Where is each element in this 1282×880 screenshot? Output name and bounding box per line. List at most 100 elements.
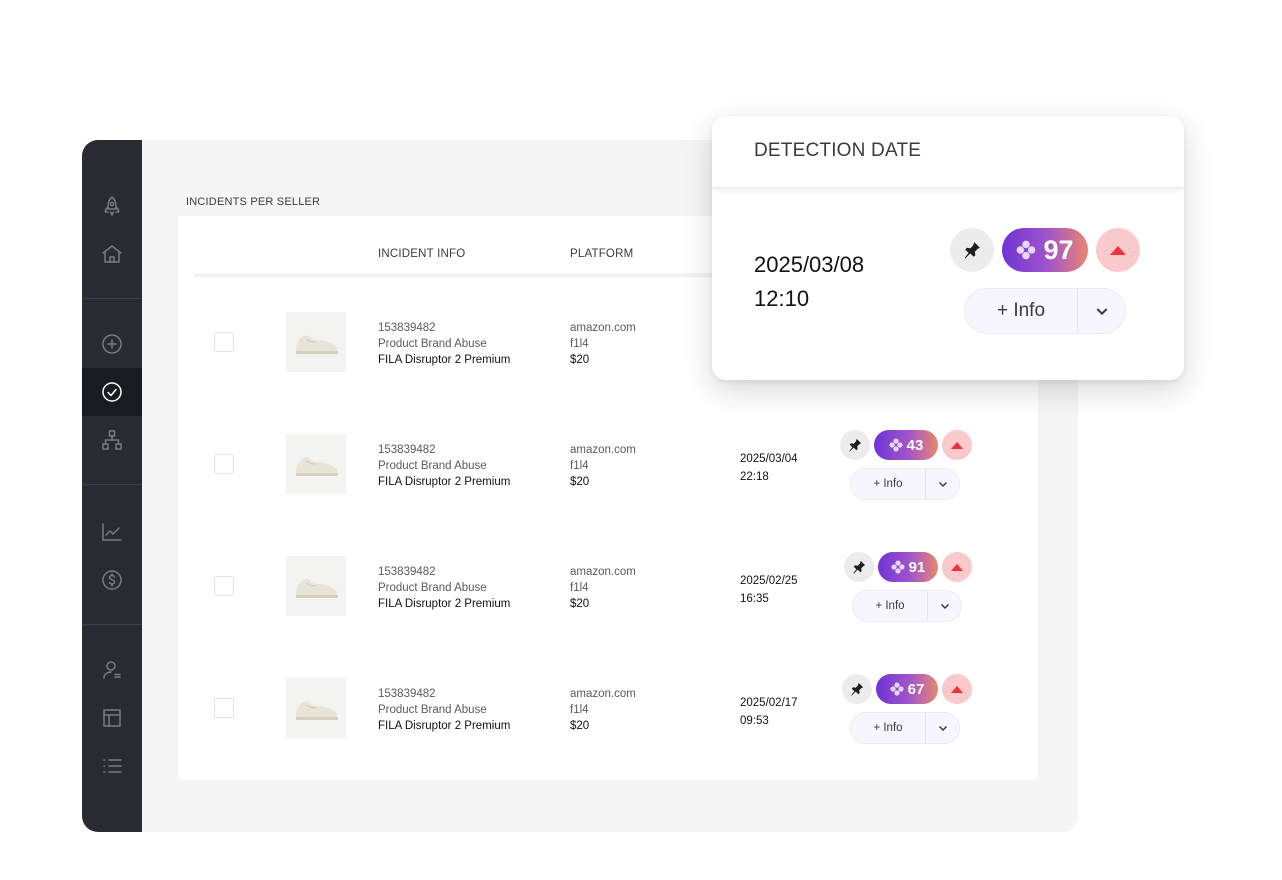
platform-name: amazon.com	[570, 688, 636, 700]
table-row[interactable]: 153839482 Product Brand Abuse FILA Disru…	[178, 534, 1038, 656]
line-chart-icon[interactable]	[82, 508, 142, 556]
product-name: FILA Disruptor 2 Premium	[378, 598, 511, 610]
risk-score-value: 43	[906, 436, 924, 454]
priority-up-button[interactable]	[1096, 228, 1140, 272]
sneaker-image	[296, 335, 338, 354]
hierarchy-icon[interactable]	[82, 416, 142, 464]
price: $20	[570, 476, 590, 488]
section-title: INCIDENTS PER SELLER	[186, 196, 321, 208]
popup-header: DETECTION DATE	[712, 116, 1184, 188]
sidebar-divider	[82, 624, 142, 625]
risk-score-badge[interactable]: 91	[878, 552, 938, 582]
incident-info: 153839482 Product Brand Abuse FILA Disru…	[378, 442, 510, 490]
product-thumbnail	[286, 556, 346, 616]
row-checkbox[interactable]	[214, 576, 234, 596]
chevron-down-icon[interactable]	[925, 713, 959, 743]
product-name: FILA Disruptor 2 Premium	[378, 354, 511, 366]
risk-score-badge[interactable]: 97	[1002, 228, 1088, 272]
product-name: FILA Disruptor 2 Premium	[378, 720, 511, 732]
date-value: 2025/02/25	[740, 575, 798, 587]
chevron-down-icon[interactable]	[925, 469, 959, 499]
incident-id: 153839482	[378, 566, 436, 578]
detection-date: 2025/02/25 16:35	[740, 572, 798, 608]
arrow-up-icon	[951, 441, 963, 449]
incident-info: 153839482 Product Brand Abuse FILA Disru…	[378, 686, 510, 734]
incident-id: 153839482	[378, 322, 436, 334]
risk-score-value: 91	[908, 558, 926, 576]
column-header-incident-info: INCIDENT INFO	[378, 248, 466, 260]
priority-up-button[interactable]	[942, 552, 972, 582]
info-button[interactable]: + Info	[853, 600, 927, 612]
detection-date: 2025/02/17 09:53	[740, 694, 798, 730]
row-checkbox[interactable]	[214, 332, 234, 352]
priority-up-button[interactable]	[942, 674, 972, 704]
rocket-icon[interactable]	[82, 182, 142, 230]
pin-button[interactable]	[842, 674, 872, 704]
platform-name: amazon.com	[570, 566, 636, 578]
add-circle-icon[interactable]	[82, 320, 142, 368]
product-name: FILA Disruptor 2 Premium	[378, 476, 511, 488]
platform-info: amazon.com f1l4 $20	[570, 564, 636, 612]
risk-score-value: 67	[907, 680, 925, 698]
detection-date-popup: DETECTION DATE 2025/03/08 12:10 97 + Inf…	[712, 116, 1184, 380]
info-button[interactable]: + Info	[965, 300, 1077, 322]
info-dropdown[interactable]: + Info	[850, 468, 960, 500]
risk-score-badge[interactable]: 67	[876, 674, 938, 704]
platform-name: amazon.com	[570, 444, 636, 456]
flower-icon	[891, 560, 905, 574]
time-value: 22:18	[740, 471, 769, 483]
popup-detection-date: 2025/03/08 12:10	[754, 248, 864, 316]
layout-icon[interactable]	[82, 694, 142, 742]
pin-icon	[853, 560, 866, 574]
info-dropdown[interactable]: + Info	[964, 288, 1126, 334]
sidebar-divider	[82, 298, 142, 299]
row-checkbox[interactable]	[214, 698, 234, 718]
incident-id: 153839482	[378, 688, 436, 700]
home-icon[interactable]	[82, 230, 142, 278]
platform-info: amazon.com f1l4 $20	[570, 442, 636, 490]
seller-name: f1l4	[570, 704, 589, 716]
date-value: 2025/02/17	[740, 697, 798, 709]
date-value: 2025/03/04	[740, 453, 798, 465]
time-value: 16:35	[740, 593, 769, 605]
dollar-icon[interactable]	[82, 556, 142, 604]
info-dropdown[interactable]: + Info	[852, 590, 962, 622]
product-thumbnail	[286, 678, 346, 738]
info-button[interactable]: + Info	[851, 478, 925, 490]
sidebar	[82, 140, 142, 832]
pin-button[interactable]	[840, 430, 870, 460]
pin-icon	[851, 682, 864, 696]
incident-type: Product Brand Abuse	[378, 338, 487, 350]
flower-icon	[889, 438, 903, 452]
seller-name: f1l4	[570, 338, 589, 350]
pin-icon	[849, 438, 862, 452]
price: $20	[570, 720, 590, 732]
pin-icon	[964, 242, 980, 259]
seller-name: f1l4	[570, 460, 589, 472]
pin-button[interactable]	[950, 228, 994, 272]
arrow-up-icon	[1110, 245, 1126, 255]
list-icon[interactable]	[82, 742, 142, 790]
pin-button[interactable]	[844, 552, 874, 582]
column-header-platform: PLATFORM	[570, 248, 634, 260]
check-circle-icon[interactable]	[82, 368, 142, 416]
sidebar-divider	[82, 484, 142, 485]
chevron-down-icon[interactable]	[927, 591, 961, 621]
platform-name: amazon.com	[570, 322, 636, 334]
info-dropdown[interactable]: + Info	[850, 712, 960, 744]
row-checkbox[interactable]	[214, 454, 234, 474]
price: $20	[570, 598, 590, 610]
product-thumbnail	[286, 434, 346, 494]
priority-up-button[interactable]	[942, 430, 972, 460]
chevron-down-icon[interactable]	[1077, 289, 1125, 333]
info-button[interactable]: + Info	[851, 722, 925, 734]
popup-date-value: 2025/03/08	[754, 252, 865, 277]
platform-info: amazon.com f1l4 $20	[570, 320, 636, 368]
table-row[interactable]: 153839482 Product Brand Abuse FILA Disru…	[178, 656, 1038, 778]
user-settings-icon[interactable]	[82, 646, 142, 694]
table-row[interactable]: 153839482 Product Brand Abuse FILA Disru…	[178, 412, 1038, 534]
incident-type: Product Brand Abuse	[378, 460, 487, 472]
risk-score-badge[interactable]: 43	[874, 430, 938, 460]
sneaker-image	[296, 701, 338, 720]
seller-name: f1l4	[570, 582, 589, 594]
